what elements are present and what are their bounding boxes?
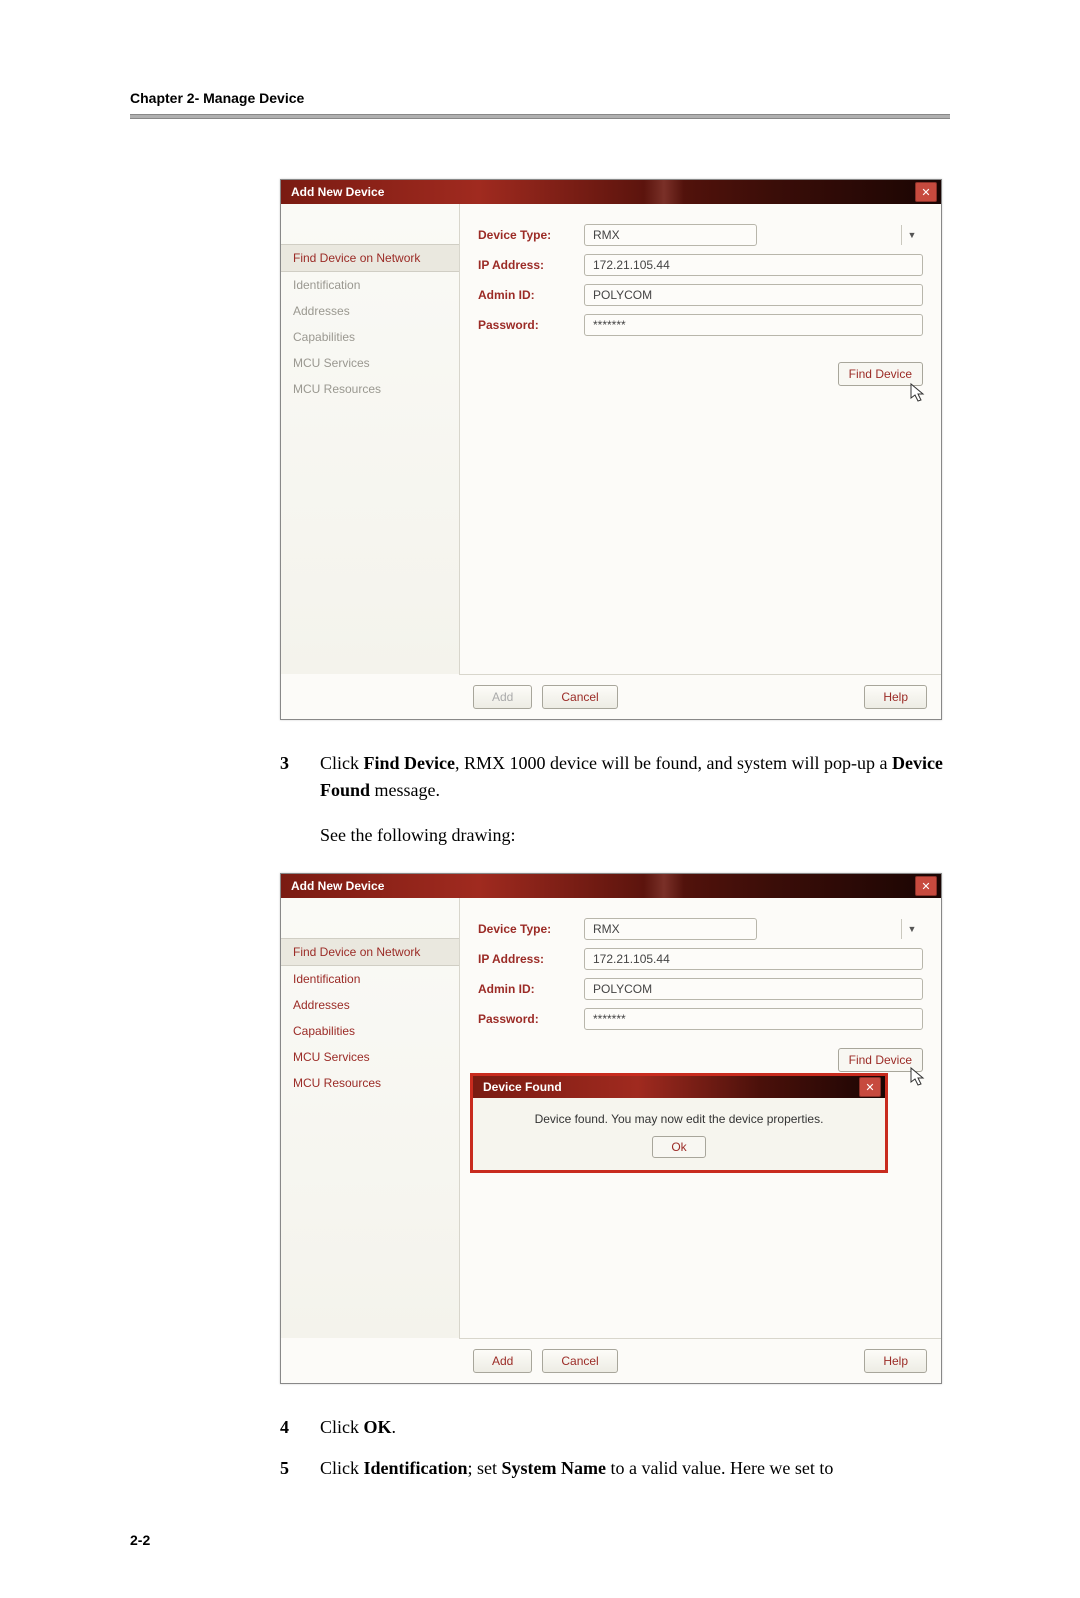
device-type-select[interactable] [584, 918, 757, 940]
nav-panel: Find Device on Network Identification Ad… [281, 898, 460, 1338]
popup-title: Device Found [483, 1080, 562, 1094]
button-bar: Add Cancel Help [459, 674, 941, 719]
close-icon[interactable]: ✕ [915, 876, 937, 896]
dialog-title: Add New Device [291, 185, 384, 199]
password-input[interactable] [584, 314, 923, 336]
chevron-down-icon: ▼ [901, 225, 922, 245]
nav-capabilities[interactable]: Capabilities [281, 324, 459, 350]
form-panel: Device Type: ▼ IP Address: Admin ID: [460, 898, 941, 1338]
nav-addresses[interactable]: Addresses [281, 992, 459, 1018]
admin-id-input[interactable] [584, 284, 923, 306]
help-button[interactable]: Help [864, 1349, 927, 1373]
button-bar: Add Cancel Help [459, 1338, 941, 1383]
find-device-button[interactable]: Find Device [838, 362, 923, 386]
nav-find-device[interactable]: Find Device on Network [281, 244, 459, 272]
label-ip-address: IP Address: [478, 258, 584, 272]
step-text: Click Identification; set System Name to… [320, 1455, 950, 1482]
label-admin-id: Admin ID: [478, 288, 584, 302]
dialog-title: Add New Device [291, 879, 384, 893]
header-divider [130, 114, 950, 119]
nav-addresses[interactable]: Addresses [281, 298, 459, 324]
admin-id-input[interactable] [584, 978, 923, 1000]
label-ip-address: IP Address: [478, 952, 584, 966]
dialog-titlebar: Add New Device ✕ [281, 874, 941, 898]
chapter-header: Chapter 2- Manage Device [130, 90, 950, 106]
find-device-button[interactable]: Find Device [838, 1048, 923, 1072]
step-num: 3 [280, 750, 320, 804]
step-5: 5 Click Identification; set System Name … [280, 1455, 950, 1482]
label-admin-id: Admin ID: [478, 982, 584, 996]
add-new-device-dialog-2: Add New Device ✕ Find Device on Network … [280, 873, 942, 1384]
add-new-device-dialog-1: Add New Device ✕ Find Device on Network … [280, 179, 942, 720]
help-button[interactable]: Help [864, 685, 927, 709]
step-text: Click OK. [320, 1414, 950, 1441]
popup-message: Device found. You may now edit the devic… [487, 1112, 871, 1126]
nav-mcu-services[interactable]: MCU Services [281, 1044, 459, 1070]
popup-titlebar: Device Found ✕ [473, 1076, 885, 1098]
form-panel: Device Type: ▼ IP Address: Admin ID: [460, 204, 941, 674]
nav-mcu-resources[interactable]: MCU Resources [281, 1070, 459, 1096]
nav-identification[interactable]: Identification [281, 272, 459, 298]
device-found-popup: Device Found ✕ Device found. You may now… [470, 1073, 888, 1173]
nav-mcu-resources[interactable]: MCU Resources [281, 376, 459, 402]
chevron-down-icon: ▼ [901, 919, 922, 939]
nav-mcu-services[interactable]: MCU Services [281, 350, 459, 376]
step-4: 4 Click OK. [280, 1414, 950, 1441]
add-button[interactable]: Add [473, 1349, 532, 1373]
label-device-type: Device Type: [478, 922, 584, 936]
ip-address-input[interactable] [584, 948, 923, 970]
dialog-titlebar: Add New Device ✕ [281, 180, 941, 204]
label-password: Password: [478, 1012, 584, 1026]
add-button: Add [473, 685, 532, 709]
nav-identification[interactable]: Identification [281, 966, 459, 992]
ok-button[interactable]: Ok [652, 1136, 705, 1158]
close-icon[interactable]: ✕ [859, 1077, 881, 1097]
paragraph: See the following drawing: [320, 822, 950, 849]
device-type-select[interactable] [584, 224, 757, 246]
cancel-button[interactable]: Cancel [542, 1349, 617, 1373]
page-number: 2-2 [130, 1532, 950, 1548]
nav-capabilities[interactable]: Capabilities [281, 1018, 459, 1044]
label-password: Password: [478, 318, 584, 332]
label-device-type: Device Type: [478, 228, 584, 242]
cancel-button[interactable]: Cancel [542, 685, 617, 709]
step-text: Click Find Device, RMX 1000 device will … [320, 750, 950, 804]
ip-address-input[interactable] [584, 254, 923, 276]
close-icon[interactable]: ✕ [915, 182, 937, 202]
nav-find-device[interactable]: Find Device on Network [281, 938, 459, 966]
nav-panel: Find Device on Network Identification Ad… [281, 204, 460, 674]
password-input[interactable] [584, 1008, 923, 1030]
step-num: 5 [280, 1455, 320, 1482]
step-num: 4 [280, 1414, 320, 1441]
step-3: 3 Click Find Device, RMX 1000 device wil… [280, 750, 950, 804]
